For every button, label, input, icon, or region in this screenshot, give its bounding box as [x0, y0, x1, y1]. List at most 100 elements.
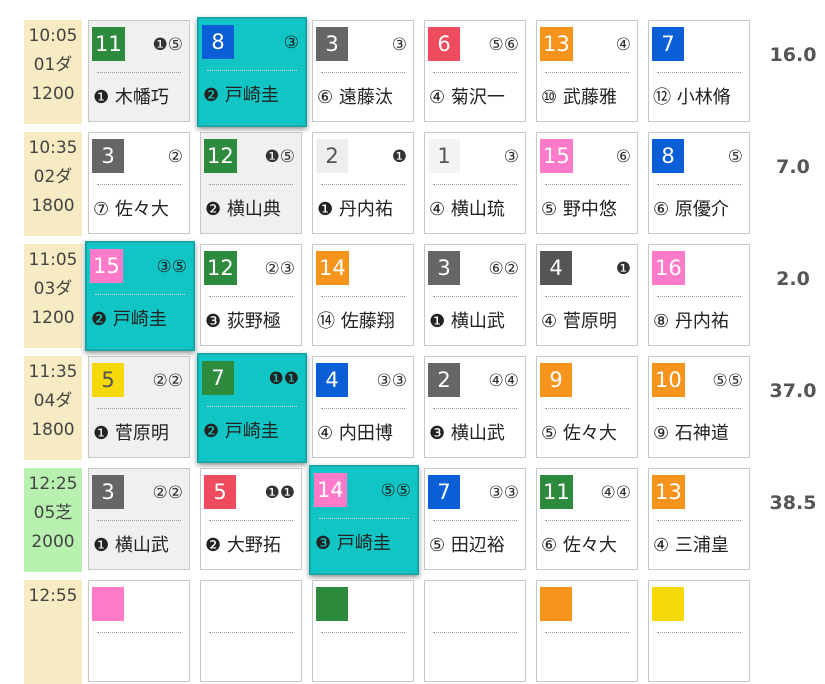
dotted-divider	[209, 296, 293, 297]
horse-cell[interactable]: 4❶④ 菅原明	[536, 244, 638, 346]
horse-cell[interactable]: 7 ⑫ 小林脩	[648, 20, 750, 122]
dotted-divider	[657, 520, 741, 521]
prediction-marks: ③③	[376, 371, 407, 391]
horse-cell[interactable]: 2❶❶ 丹内祐	[312, 132, 414, 234]
prediction-marks: ②	[167, 147, 183, 167]
dotted-divider	[97, 632, 181, 633]
horse-cell[interactable]: 12 ②③ ❸ 荻野極	[200, 244, 302, 346]
horse-header	[540, 585, 634, 623]
horse-number-badge: 13	[652, 475, 685, 509]
race-time: 12:55	[28, 586, 78, 606]
horse-number-badge: 13	[540, 27, 573, 61]
prediction-marks: ④④	[488, 371, 519, 391]
horse-number-badge: 5	[92, 363, 124, 397]
prediction-marks: ❶	[615, 259, 631, 279]
horse-cell[interactable]: 6 ⑤⑥ ④ 菊沢一	[424, 20, 526, 122]
dotted-divider	[97, 520, 181, 521]
race-code: 05芝	[33, 503, 73, 523]
horse-header: 9	[540, 361, 634, 399]
horse-cell[interactable]: 12 ❶⑤ ❷ 横山典	[200, 132, 302, 234]
horse-cell[interactable]: 16 ⑧ 丹内祐	[648, 244, 750, 346]
horse-number-badge: 10	[652, 363, 685, 397]
horse-number-badge: 11	[92, 27, 125, 61]
horse-cell[interactable]: 11 ❶⑤ ❶ 木幡巧	[88, 20, 190, 122]
horse-cell-selected[interactable]: 8③❷ 戸崎圭	[197, 17, 307, 127]
dotted-divider	[97, 72, 181, 73]
jockey-name: ❶ 木幡巧	[93, 87, 169, 108]
horse-cell[interactable]: 3 ②② ❶ 横山武	[88, 468, 190, 570]
race-info[interactable]: 12:25 05芝 2000	[24, 468, 82, 572]
jockey-name: ⑤ 佐々大	[541, 423, 617, 444]
race-info[interactable]: 10:35 02ダ 1800	[24, 132, 82, 236]
prediction-marks: ③	[391, 35, 407, 55]
dotted-divider	[97, 184, 181, 185]
horse-number-badge	[92, 587, 124, 621]
race-time: 11:05	[28, 250, 78, 270]
jockey-name: ④ 三浦皇	[653, 535, 729, 556]
horse-cell[interactable]: 13 ④ ⑩ 武藤雅	[536, 20, 638, 122]
dotted-divider	[95, 294, 185, 295]
horse-cell[interactable]	[424, 580, 526, 682]
horse-cell[interactable]	[648, 580, 750, 682]
dotted-divider	[97, 408, 181, 409]
horse-header	[204, 585, 298, 623]
prediction-marks: ⑥②	[488, 259, 519, 279]
payout-odds: 16.0	[769, 44, 817, 66]
prediction-marks: ❶⑤	[152, 35, 183, 55]
dotted-divider	[433, 184, 517, 185]
horse-number-badge: 1	[428, 139, 460, 173]
horse-cell[interactable]: 3③⑥ 遠藤汰	[312, 20, 414, 122]
horse-cell[interactable]: 8⑤⑥ 原優介	[648, 132, 750, 234]
horse-number-badge: 3	[428, 251, 460, 285]
payout-odds: 37.0	[769, 380, 817, 402]
race-info[interactable]: 10:05 01ダ 1200	[24, 20, 82, 124]
dotted-divider	[433, 408, 517, 409]
jockey-name: ⑨ 石神道	[653, 423, 729, 444]
horse-cell[interactable]	[88, 580, 190, 682]
horse-cell[interactable]: 14 ⑭ 佐藤翔	[312, 244, 414, 346]
horse-number-badge: 12	[204, 251, 237, 285]
dotted-divider	[433, 296, 517, 297]
dotted-divider	[209, 632, 293, 633]
jockey-name: ❸ 横山武	[429, 423, 505, 444]
horse-number-badge: 15	[90, 249, 123, 283]
horse-cell[interactable]: 11 ④④ ⑥ 佐々大	[536, 468, 638, 570]
horse-cell[interactable]: 15 ⑥ ⑤ 野中悠	[536, 132, 638, 234]
horse-cell[interactable]: 2 ④④ ❸ 横山武	[424, 356, 526, 458]
horse-cell[interactable]: 13 ④ 三浦皇	[648, 468, 750, 570]
jockey-name: ❷ 戸崎圭	[91, 309, 167, 330]
horse-cell[interactable]	[312, 580, 414, 682]
horse-header: 13 ④	[540, 25, 634, 63]
jockey-name: ❷ 戸崎圭	[203, 421, 279, 442]
horse-header: 12 ②③	[204, 249, 298, 287]
horse-cell[interactable]: 7 ③③ ⑤ 田辺裕	[424, 468, 526, 570]
race-info[interactable]: 11:05 03ダ 1200	[24, 244, 82, 348]
horse-cell-selected[interactable]: 15 ③⑤ ❷ 戸崎圭	[85, 241, 195, 351]
horse-cell[interactable]: 10 ⑤⑤ ⑨ 石神道	[648, 356, 750, 458]
horse-cell[interactable]: 5 ②② ❶ 菅原明	[88, 356, 190, 458]
horse-cell[interactable]	[200, 580, 302, 682]
payout-odds: 38.5	[769, 492, 817, 514]
horse-number-badge	[428, 587, 460, 621]
dotted-divider	[321, 184, 405, 185]
race-time: 10:35	[28, 138, 78, 158]
dotted-divider	[319, 518, 409, 519]
payout-odds: 2.0	[776, 268, 810, 290]
horse-cell[interactable]: 9 ⑤ 佐々大	[536, 356, 638, 458]
horse-cell[interactable]: 5 ❶❶ ❷ 大野拓	[200, 468, 302, 570]
horse-cell[interactable]: 3 ⑥② ❶ 横山武	[424, 244, 526, 346]
race-info[interactable]: 11:35 04ダ 1800	[24, 356, 82, 460]
horse-cell[interactable]	[536, 580, 638, 682]
horse-header: 14 ⑤⑤	[314, 471, 414, 509]
horse-cell[interactable]: 1③④ 横山琉	[424, 132, 526, 234]
horse-cell[interactable]: 4 ③③ ④ 内田博	[312, 356, 414, 458]
horse-cell-selected[interactable]: 7 ❶❶ ❷ 戸崎圭	[197, 353, 307, 463]
race-code: 03ダ	[33, 279, 73, 299]
horse-number-badge	[652, 587, 684, 621]
horse-cell-selected[interactable]: 14 ⑤⑤ ❸ 戸崎圭	[309, 465, 419, 575]
horse-header: 12 ❶⑤	[204, 137, 298, 175]
horse-number-badge: 7	[202, 361, 234, 395]
prediction-marks: ④	[615, 35, 631, 55]
horse-cell[interactable]: 3②⑦ 佐々大	[88, 132, 190, 234]
prediction-marks: ②③	[264, 259, 295, 279]
